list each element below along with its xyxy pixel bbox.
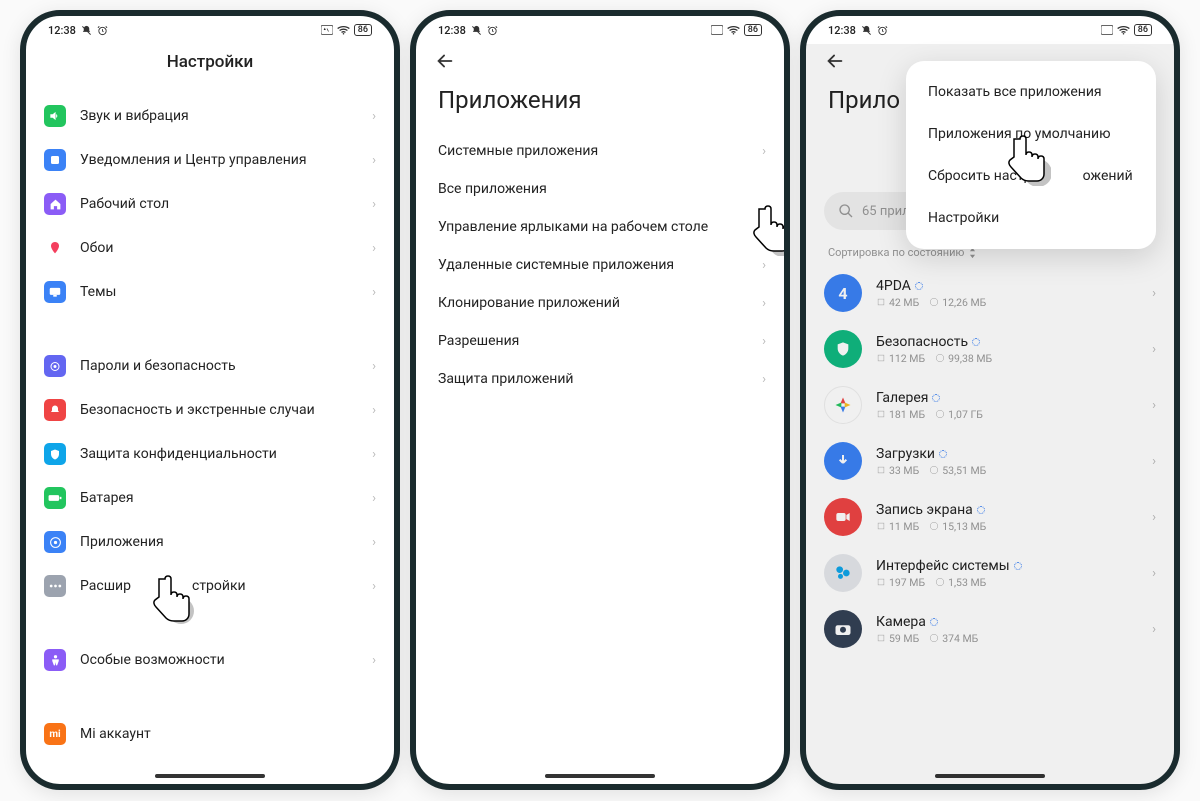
home-icon — [44, 193, 66, 215]
more-icon — [44, 575, 66, 597]
battery-icon — [44, 487, 66, 509]
chevron-right-icon: › — [762, 144, 766, 159]
lock-icon — [44, 355, 66, 377]
alarm-icon — [877, 25, 888, 36]
item-app-protection[interactable]: Защита приложений › — [416, 360, 784, 398]
back-button[interactable] — [434, 50, 458, 74]
item-privacy[interactable]: Защита конфиденциальности › — [26, 432, 394, 476]
page-title: Приложения — [416, 78, 784, 132]
page-title: Настройки — [26, 44, 394, 84]
hd-icon — [321, 25, 333, 35]
item-apps[interactable]: Приложения › — [26, 520, 394, 564]
status-bar: 12:38 86 — [806, 16, 1174, 44]
chevron-right-icon: › — [372, 241, 376, 256]
item-all-apps[interactable]: Все приложения — [416, 170, 784, 208]
alarm-icon — [487, 25, 498, 36]
item-emergency[interactable]: Безопасность и экстренные случаи › — [26, 388, 394, 432]
wallpaper-icon — [44, 237, 66, 259]
item-shortcuts[interactable]: Управление ярлыками на рабочем столе — [416, 208, 784, 246]
battery-badge: 86 — [744, 24, 762, 36]
chevron-right-icon: › — [372, 153, 376, 168]
hd-icon — [1101, 25, 1113, 35]
menu-default-apps[interactable]: Приложения по умолчанию — [906, 113, 1156, 155]
status-bar: 12:38 86 — [416, 16, 784, 44]
home-indicator[interactable] — [545, 774, 655, 778]
mi-icon: mi — [44, 723, 66, 745]
chevron-right-icon: › — [762, 296, 766, 311]
item-notifications[interactable]: Уведомления и Центр управления › — [26, 138, 394, 182]
item-wallpaper[interactable]: Обои › — [26, 226, 394, 270]
apps-icon — [44, 531, 66, 553]
apps-menu-content[interactable]: Приложения Системные приложения › Все пр… — [416, 44, 784, 784]
chevron-right-icon: › — [372, 653, 376, 668]
chevron-right-icon: › — [372, 359, 376, 374]
menu-reset[interactable]: Сбросить настройки прожений — [906, 155, 1156, 197]
chevron-right-icon: › — [762, 258, 766, 273]
item-permissions[interactable]: Разрешения › — [416, 322, 784, 360]
menu-settings[interactable]: Настройки — [906, 197, 1156, 239]
settings-content[interactable]: Настройки Звук и вибрация › Уведомления … — [26, 44, 394, 784]
chevron-right-icon: › — [372, 491, 376, 506]
item-mi-account[interactable]: mi Mi аккаунт — [26, 712, 394, 756]
chevron-right-icon: › — [762, 334, 766, 349]
phone-apps-menu: 12:38 86 Приложения Системные приложения… — [410, 10, 790, 790]
battery-badge: 86 — [354, 24, 372, 36]
shield-icon — [44, 443, 66, 465]
emergency-icon — [44, 399, 66, 421]
item-desktop[interactable]: Рабочий стол › — [26, 182, 394, 226]
chevron-right-icon: › — [762, 372, 766, 387]
item-passwords[interactable]: Пароли и безопасность › — [26, 344, 394, 388]
chevron-right-icon: › — [372, 109, 376, 124]
menu-show-all[interactable]: Показать все приложения — [906, 71, 1156, 113]
item-removed-apps[interactable]: Удаленные системные приложения › — [416, 246, 784, 284]
alarm-icon — [97, 25, 108, 36]
status-bar: 12:38 86 — [26, 16, 394, 44]
wifi-icon — [1117, 25, 1130, 36]
item-battery[interactable]: Батарея › — [26, 476, 394, 520]
notification-icon — [44, 149, 66, 171]
status-time: 12:38 — [438, 24, 466, 37]
chevron-right-icon: › — [372, 285, 376, 300]
themes-icon — [44, 281, 66, 303]
item-accessibility[interactable]: Особые возможности › — [26, 638, 394, 682]
item-system-apps[interactable]: Системные приложения › — [416, 132, 784, 170]
chevron-right-icon: › — [372, 447, 376, 462]
volume-icon — [44, 105, 66, 127]
item-themes[interactable]: Темы › — [26, 270, 394, 314]
arrow-left-icon — [434, 50, 456, 72]
item-sound[interactable]: Звук и вибрация › — [26, 94, 394, 138]
home-indicator[interactable] — [155, 774, 265, 778]
status-time: 12:38 — [828, 24, 856, 37]
phone-apps-list: 12:38 86 Прило Удаление — [800, 10, 1180, 790]
bell-off-icon — [471, 25, 482, 36]
context-menu: Показать все приложения Приложения по ум… — [906, 61, 1156, 249]
phone-settings: 12:38 86 Настройки Звук и вибрация › Уве… — [20, 10, 400, 790]
chevron-right-icon: › — [372, 535, 376, 550]
hd-icon — [711, 25, 723, 35]
chevron-right-icon: › — [372, 197, 376, 212]
wifi-icon — [727, 25, 740, 36]
bell-off-icon — [861, 25, 872, 36]
bell-off-icon — [81, 25, 92, 36]
status-time: 12:38 — [48, 24, 76, 37]
item-clone-apps[interactable]: Клонирование приложений › — [416, 284, 784, 322]
chevron-right-icon: › — [372, 579, 376, 594]
chevron-right-icon: › — [372, 403, 376, 418]
accessibility-icon — [44, 649, 66, 671]
wifi-icon — [337, 25, 350, 36]
battery-badge: 86 — [1134, 24, 1152, 36]
item-advanced[interactable]: Расширенные настройки › — [26, 564, 394, 608]
